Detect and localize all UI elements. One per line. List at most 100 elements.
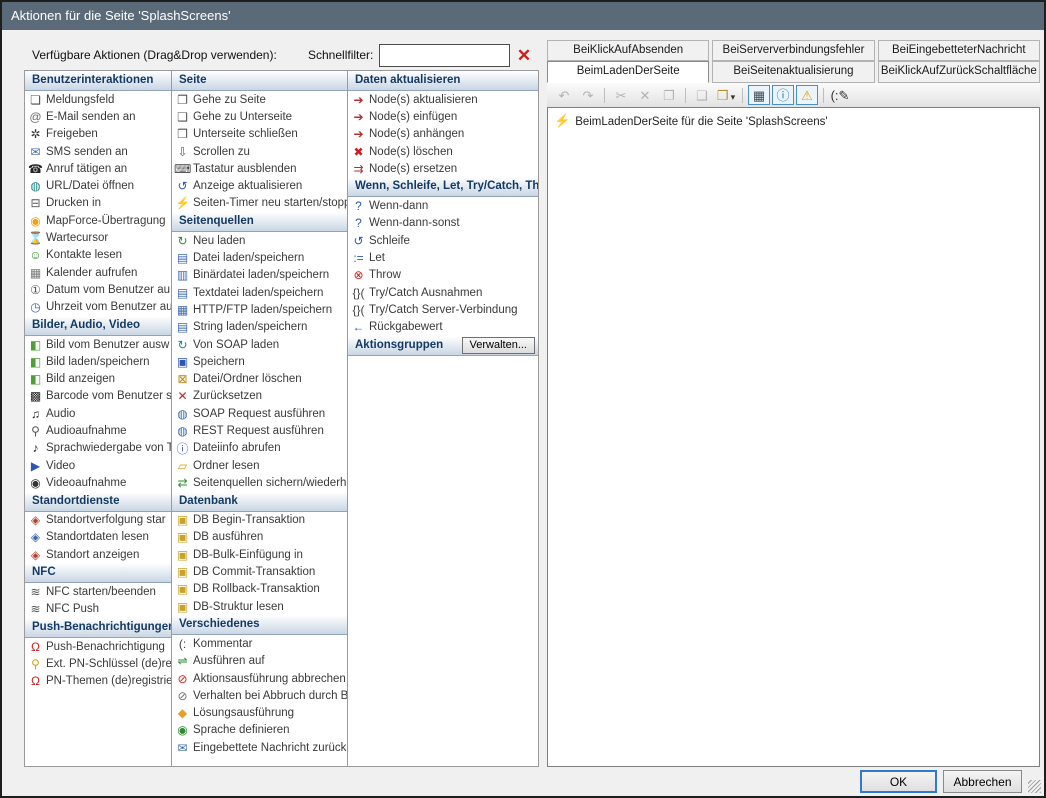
comment-tool-icon[interactable]: (:✎ xyxy=(829,85,851,105)
action-item[interactable]: ▣Speichern xyxy=(172,353,347,370)
undo-icon[interactable]: ↶ xyxy=(553,85,575,105)
action-item[interactable]: ◧Bild laden/speichern xyxy=(25,353,171,370)
action-item[interactable]: ▤Textdatei laden/speichern xyxy=(172,284,347,301)
action-item[interactable]: ✉Eingebettete Nachricht zurück xyxy=(172,739,347,756)
action-item[interactable]: ⊠Datei/Ordner löschen xyxy=(172,370,347,387)
action-item[interactable]: ≋NFC starten/beenden xyxy=(25,583,171,600)
redo-icon[interactable]: ↷ xyxy=(577,85,599,105)
action-item[interactable]: ⚲Ext. PN-Schlüssel (de)reg xyxy=(25,655,171,672)
action-item[interactable]: ◉Sprache definieren xyxy=(172,722,347,739)
delete-icon[interactable]: ✕ xyxy=(634,85,656,105)
copy-icon[interactable]: ❐ xyxy=(658,85,680,105)
action-item[interactable]: :=Let xyxy=(348,249,538,266)
action-item[interactable]: ⇌Ausführen auf xyxy=(172,653,347,670)
action-item[interactable]: ←Rückgabewert xyxy=(348,319,538,336)
warning-toggle-icon[interactable]: ⚠ xyxy=(796,85,818,105)
action-item[interactable]: ⓘDateiinfo abrufen xyxy=(172,440,347,457)
action-item[interactable]: ▣DB ausführen xyxy=(172,529,347,546)
action-item[interactable]: (:Kommentar xyxy=(172,635,347,652)
action-item[interactable]: ◈Standortverfolgung star xyxy=(25,512,171,529)
action-item[interactable]: ⇉Node(s) ersetzen xyxy=(348,160,538,177)
ok-button[interactable]: OK xyxy=(860,770,937,793)
action-item[interactable]: ❑Gehe zu Unterseite xyxy=(172,108,347,125)
action-item[interactable]: ☺Kontakte lesen xyxy=(25,247,171,264)
action-item[interactable]: ΩPN-Themen (de)registrier xyxy=(25,673,171,690)
action-item[interactable]: ▣DB-Bulk-Einfügung in xyxy=(172,546,347,563)
quick-filter-input[interactable] xyxy=(379,44,510,67)
action-item[interactable]: ⚡Seiten-Timer neu starten/stopp xyxy=(172,195,347,212)
action-item[interactable]: ▣DB Begin-Transaktion xyxy=(172,512,347,529)
action-item[interactable]: ⇩Scrollen zu xyxy=(172,143,347,160)
action-item[interactable]: ◈Standort anzeigen xyxy=(25,546,171,563)
action-item[interactable]: ▱Ordner lesen xyxy=(172,457,347,474)
action-item[interactable]: {}(Try/Catch Server-Verbindung xyxy=(348,301,538,318)
action-item[interactable]: ◍SOAP Request ausführen xyxy=(172,405,347,422)
action-item[interactable]: ✲Freigeben xyxy=(25,126,171,143)
tab-BeiSeitenaktualisierung[interactable]: BeiSeitenaktualisierung xyxy=(712,61,874,83)
action-item[interactable]: ◉Videoaufnahme xyxy=(25,474,171,491)
action-item[interactable]: ◈Standortdaten lesen xyxy=(25,529,171,546)
paste-special-icon[interactable]: ❒▾ xyxy=(715,85,737,105)
action-item[interactable]: ✕Zurücksetzen xyxy=(172,388,347,405)
action-item[interactable]: ◷Uhrzeit vom Benutzer au xyxy=(25,299,171,316)
action-item[interactable]: ⊟Drucken in xyxy=(25,195,171,212)
action-item[interactable]: ▤Datei laden/speichern xyxy=(172,249,347,266)
action-item[interactable]: ➔Node(s) aktualisieren xyxy=(348,91,538,108)
action-item[interactable]: ↺Schleife xyxy=(348,232,538,249)
action-item[interactable]: ◧Bild anzeigen xyxy=(25,370,171,387)
action-item[interactable]: ①Datum vom Benutzer au xyxy=(25,281,171,298)
action-item[interactable]: ≋NFC Push xyxy=(25,601,171,618)
action-item[interactable]: ▦Kalender aufrufen xyxy=(25,264,171,281)
tab-BeiSerververbindungsfehler[interactable]: BeiSerververbindungsfehler xyxy=(712,40,874,61)
action-item[interactable]: ✖Node(s) löschen xyxy=(348,143,538,160)
tab-BeiKlickAufAbsenden[interactable]: BeiKlickAufAbsenden xyxy=(547,40,709,61)
action-item[interactable]: ▥Binärdatei laden/speichern xyxy=(172,267,347,284)
action-item[interactable]: ▣DB Commit-Transaktion xyxy=(172,563,347,580)
action-item[interactable]: ↺Anzeige aktualisieren xyxy=(172,177,347,194)
action-item[interactable]: ♫Audio xyxy=(25,405,171,422)
action-item[interactable]: ❒Unterseite schließen xyxy=(172,126,347,143)
action-item[interactable]: ▦HTTP/FTP laden/speichern xyxy=(172,301,347,318)
action-item[interactable]: ?Wenn-dann xyxy=(348,197,538,214)
action-item[interactable]: ⚲Audioaufnahme xyxy=(25,422,171,439)
action-item[interactable]: ❐Gehe zu Seite xyxy=(172,91,347,108)
resize-grip[interactable] xyxy=(1028,780,1041,793)
action-item[interactable]: ▩Barcode vom Benutzer s xyxy=(25,388,171,405)
action-item[interactable]: ♪Sprachwiedergabe von T xyxy=(25,440,171,457)
action-item[interactable]: ⌨Tastatur ausblenden xyxy=(172,160,347,177)
action-item[interactable]: ▣DB Rollback-Transaktion xyxy=(172,581,347,598)
action-item[interactable]: ⌛Wartecursor xyxy=(25,229,171,246)
action-item[interactable]: ➔Node(s) anhängen xyxy=(348,126,538,143)
action-item[interactable]: @E-Mail senden an xyxy=(25,108,171,125)
cut-icon[interactable]: ✂ xyxy=(610,85,632,105)
action-item[interactable]: {}(Try/Catch Ausnahmen xyxy=(348,284,538,301)
paste-icon[interactable]: ❑ xyxy=(691,85,713,105)
manage-groups-button[interactable]: Verwalten... xyxy=(462,337,535,354)
action-item[interactable]: ▤String laden/speichern xyxy=(172,319,347,336)
tab-BeiKlickAufZurückSchaltfläche[interactable]: BeiKlickAufZurückSchaltfläche xyxy=(878,61,1040,83)
action-item[interactable]: ⊘Verhalten bei Abbruch durch B xyxy=(172,687,347,704)
action-item[interactable]: ▶Video xyxy=(25,457,171,474)
clear-filter-icon[interactable]: ✕ xyxy=(513,44,535,67)
action-item[interactable]: ◆Lösungsausführung xyxy=(172,705,347,722)
info-toggle-icon[interactable]: ⓘ xyxy=(772,85,794,105)
action-item[interactable]: ✉SMS senden an xyxy=(25,143,171,160)
action-item[interactable]: ❏Meldungsfeld xyxy=(25,91,171,108)
action-item[interactable]: ⊗Throw xyxy=(348,267,538,284)
action-item[interactable]: ⊘Aktionsausführung abbrechen xyxy=(172,670,347,687)
tab-BeiEingebetteterNachricht[interactable]: BeiEingebetteterNachricht xyxy=(878,40,1040,61)
tab-BeimLadenDerSeite[interactable]: BeimLadenDerSeite xyxy=(547,61,709,83)
action-item[interactable]: ↻Neu laden xyxy=(172,232,347,249)
action-item[interactable]: ◧Bild vom Benutzer ausw xyxy=(25,336,171,353)
titlebar[interactable]: Aktionen für die Seite 'SplashScreens' xyxy=(2,2,1044,30)
grid-toggle-icon[interactable]: ▦ xyxy=(748,85,770,105)
action-item[interactable]: ➔Node(s) einfügen xyxy=(348,108,538,125)
action-item[interactable]: ⇄Seitenquellen sichern/wiederh xyxy=(172,474,347,491)
action-item[interactable]: ΩPush-Benachrichtigung xyxy=(25,638,171,655)
action-item[interactable]: ▣DB-Struktur lesen xyxy=(172,598,347,615)
action-item[interactable]: ◉MapForce-Übertragung xyxy=(25,212,171,229)
action-item[interactable]: ?Wenn-dann-sonst xyxy=(348,215,538,232)
action-item[interactable]: ◍REST Request ausführen xyxy=(172,422,347,439)
action-item[interactable]: ↻Von SOAP laden xyxy=(172,336,347,353)
action-item[interactable]: ◍URL/Datei öffnen xyxy=(25,177,171,194)
